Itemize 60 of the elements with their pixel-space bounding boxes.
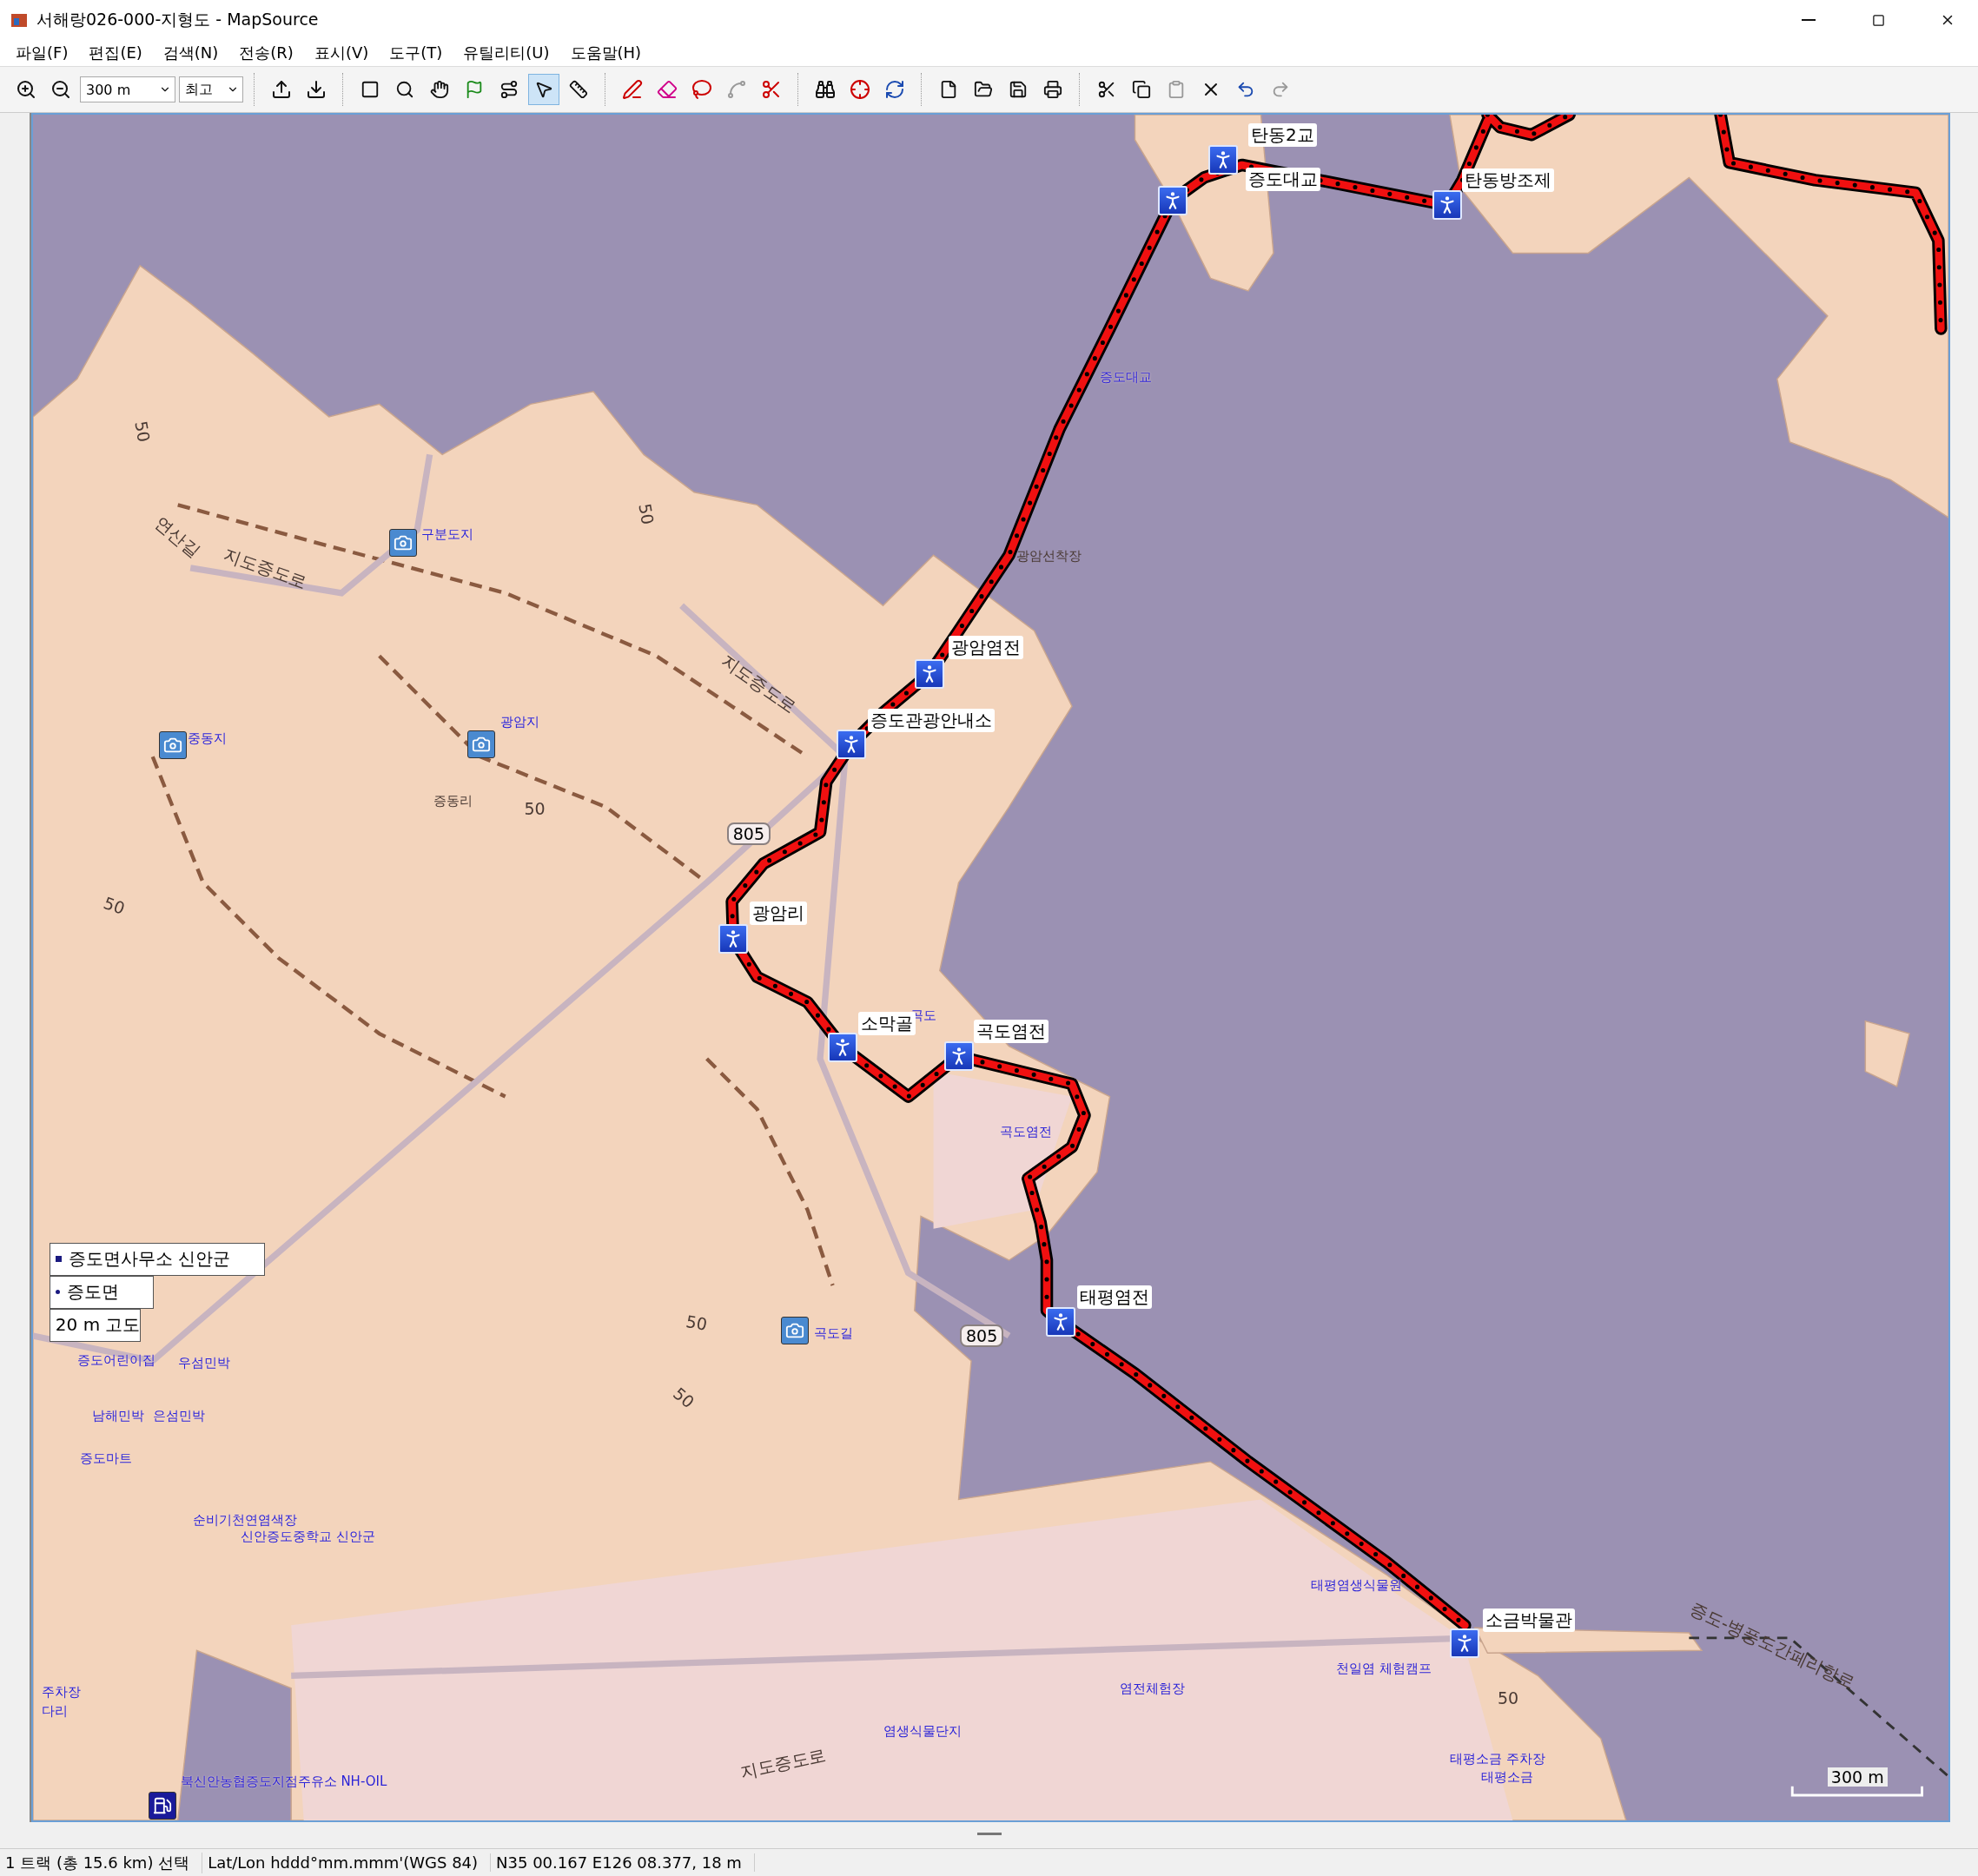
- poi-label: 태평염생식물원: [1311, 1577, 1403, 1595]
- poi-label: 남해민박: [92, 1407, 145, 1424]
- contour-label: 50: [669, 1384, 698, 1412]
- zoom-select[interactable]: 300 m: [80, 76, 175, 102]
- poi-label: 증도대교: [1099, 368, 1152, 386]
- waypoint-label: 증도관광안내소: [868, 709, 996, 733]
- status-text: Lat/Lon hddd°mm.mmm'(WGS 84): [202, 1853, 492, 1872]
- poi-label: 우섬민박: [177, 1354, 230, 1371]
- menu-item[interactable]: 도구(T): [379, 43, 453, 63]
- poi-label: 구분도지: [420, 525, 473, 543]
- contour-label: 50: [685, 1311, 709, 1335]
- poi-label: 곡도염전: [1000, 1124, 1053, 1141]
- poi-label: 주차장: [42, 1684, 82, 1701]
- contour-label: 50: [524, 799, 546, 819]
- tooltip-text: 증도면: [66, 1280, 119, 1305]
- poi-label: 중동지: [188, 730, 228, 747]
- poi-label: 태평소금 주차장: [1449, 1751, 1545, 1768]
- poi-label: 염전체험장: [1120, 1681, 1186, 1698]
- contour-label: 50: [101, 892, 128, 918]
- menu-item[interactable]: 표시(V): [303, 43, 380, 63]
- waypoint-label: 광암리: [749, 901, 807, 925]
- waypoint-label: 소금박물관: [1482, 1608, 1575, 1633]
- tooltip-text: 증도면사무소 신안군: [68, 1247, 231, 1272]
- poi-label: 신안증도중학교 신안군: [241, 1528, 375, 1545]
- poi-label: 증도마트: [79, 1450, 132, 1467]
- contour-label: 50: [131, 419, 154, 444]
- detail-select[interactable]: 최고: [179, 76, 243, 102]
- poi-label: 순비기천연염색장: [193, 1511, 298, 1529]
- poi-label: 염생식물단지: [883, 1723, 962, 1741]
- menu-item[interactable]: 전송(R): [228, 43, 304, 63]
- waypoint-label: 광암염전: [948, 636, 1023, 660]
- poi-label: 곡도길: [813, 1325, 853, 1343]
- poi-label: 은섬민박: [152, 1407, 205, 1424]
- window-title: 서해랑026-000-지형도 - MapSource: [36, 9, 320, 30]
- waypoint-label: 탄동방조제: [1462, 168, 1555, 193]
- menu-item[interactable]: 파일(F): [5, 43, 79, 63]
- contour-label: 50: [635, 502, 658, 527]
- poi-label: 광암지: [499, 713, 539, 730]
- contour-label: 50: [1498, 1688, 1519, 1708]
- waypoint-label: 소막골: [857, 1012, 916, 1036]
- road-label: 지도증도로: [738, 1743, 829, 1785]
- waypoint-label: 증도대교: [1246, 167, 1321, 191]
- waypoint-label: 태평염전: [1076, 1285, 1152, 1309]
- place-label: 증동리: [433, 793, 473, 810]
- place-label: 광암선착장: [1016, 547, 1082, 565]
- status-text: 1 트랙 (총 15.6 km) 선택: [0, 1852, 203, 1873]
- waypoint-label: 곡도염전: [973, 1020, 1049, 1044]
- tooltip-text: 20 m 고도: [55, 1313, 141, 1338]
- status-text: N35 00.167 E126 08.377, 18 m: [491, 1853, 755, 1872]
- route-shield: 805: [959, 1324, 1004, 1347]
- menu-item[interactable]: 유틸리티(U): [453, 43, 560, 63]
- poi-label: 태평소금: [1481, 1768, 1534, 1786]
- menu-item[interactable]: 검색(N): [152, 43, 229, 63]
- waypoint-label: 탄동2교: [1247, 123, 1317, 148]
- scale-label: 300 m: [1827, 1767, 1888, 1787]
- poi-label: 다리: [42, 1703, 69, 1721]
- poi-label: 천일염 체험캠프: [1336, 1660, 1432, 1677]
- menu-item[interactable]: 편집(E): [78, 43, 153, 63]
- poi-label: 증도어린이집: [76, 1351, 155, 1369]
- menu-item[interactable]: 도움말(H): [559, 43, 652, 63]
